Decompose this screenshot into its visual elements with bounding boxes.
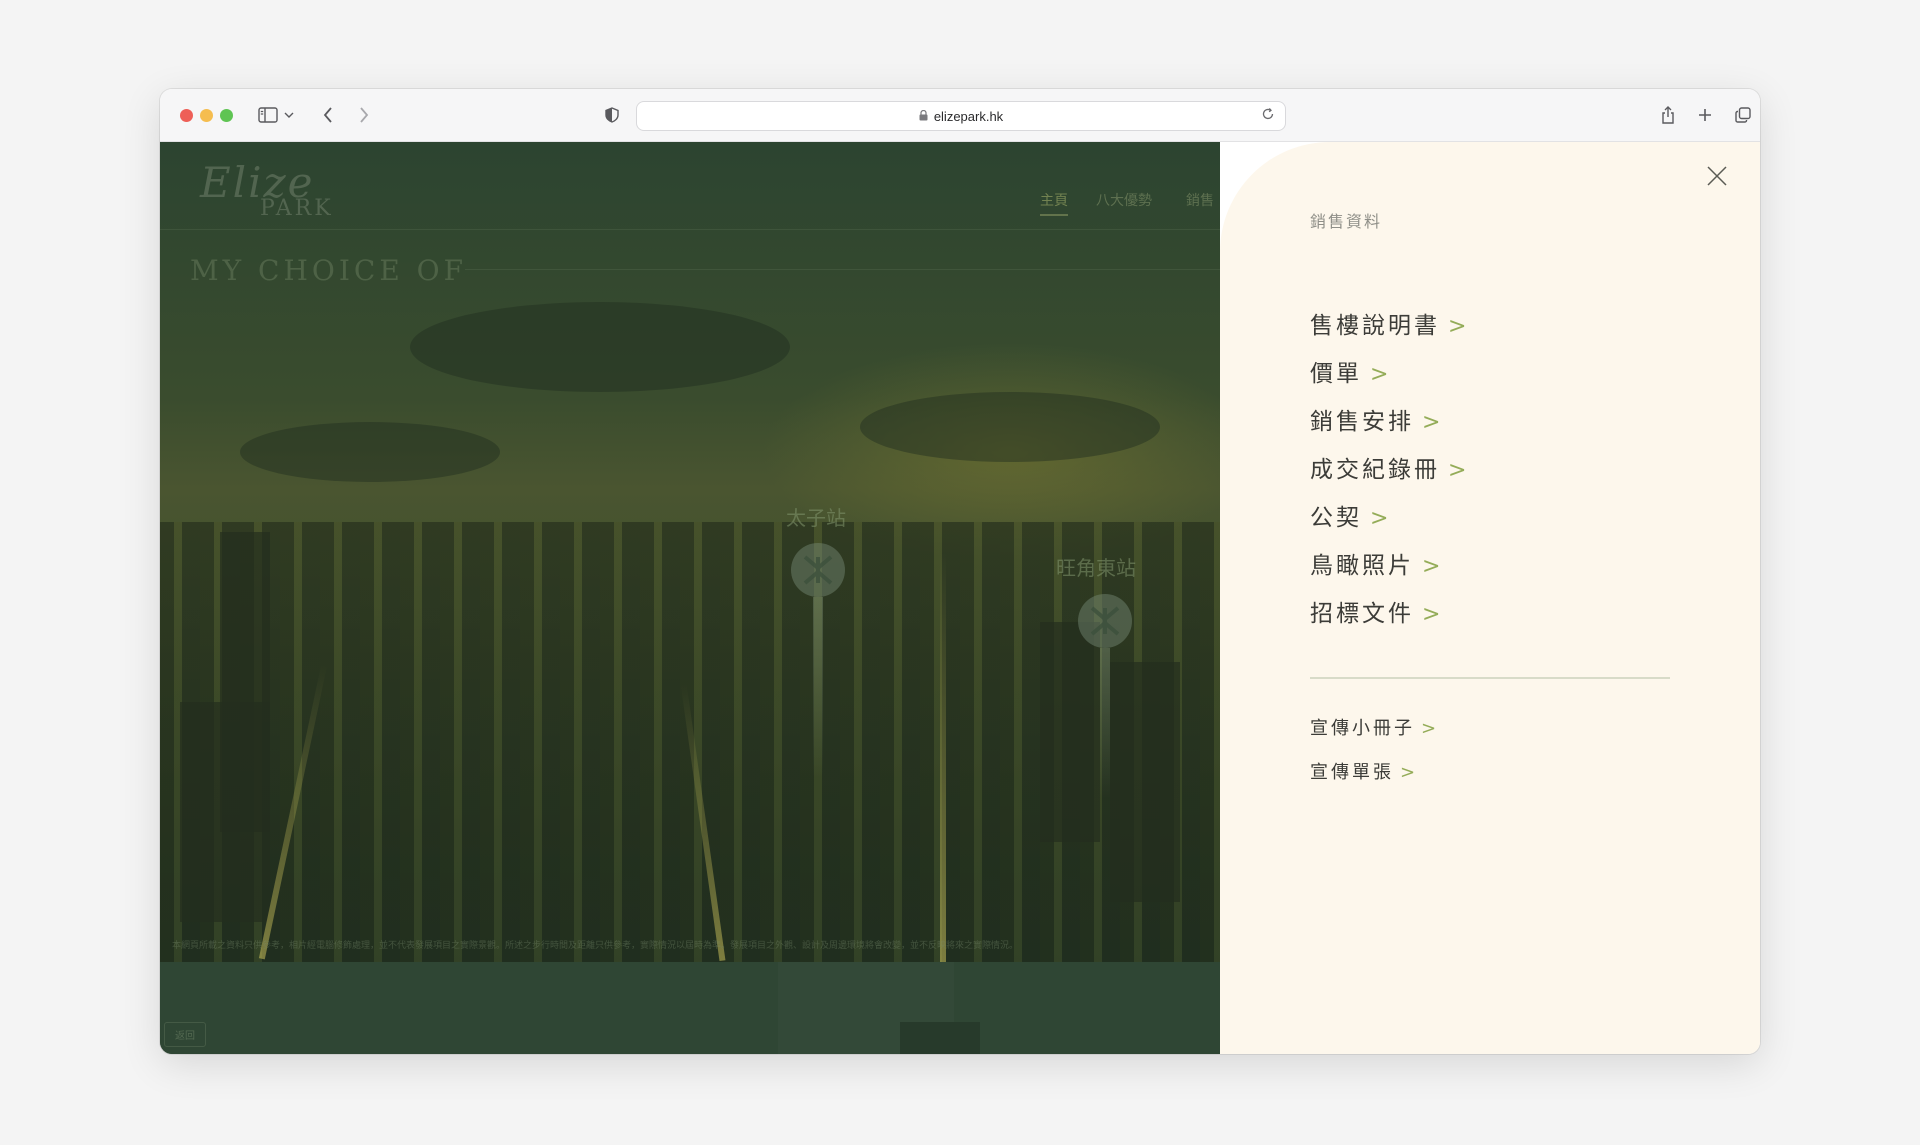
menu-item-sales-arrangements[interactable]: 銷售安排 > [1310,398,1469,446]
building [1110,662,1180,902]
forward-icon[interactable] [352,103,376,127]
mtr-icon [1078,594,1132,648]
menu-item-register-of-transactions[interactable]: 成交紀錄冊 > [1310,446,1469,494]
chevron-down-icon[interactable] [282,103,296,127]
cloud [860,392,1160,462]
minimize-window-button[interactable] [200,109,213,122]
site-headline: MY CHOICE OF [190,254,468,287]
site-background: Elize PARK 主頁 八大優勢 銷售 MY CHOICE OF 太子站 旺… [160,142,1220,1054]
back-icon[interactable] [316,103,340,127]
building [180,702,270,922]
address-bar[interactable]: elizepark.hk [636,101,1286,131]
chevron-right-icon: > [1448,458,1470,483]
site-footer-band [160,962,1220,1054]
url-text: elizepark.hk [933,108,1004,124]
page-viewport: Elize PARK 主頁 八大優勢 銷售 MY CHOICE OF 太子站 旺… [160,142,1760,1054]
chevron-right-icon: > [1422,554,1444,579]
site-nav-home[interactable]: 主頁 [1040,190,1068,216]
menu-item-sales-booklet[interactable]: 宣傳小冊子 > [1310,707,1439,751]
menu-divider [1310,677,1670,679]
sales-info-menu-panel: 銷售資料 售樓說明書 > 價單 > 銷售安排 > 成交紀錄冊 > 公契 > 鳥瞰照片 > 招… [1220,142,1760,1054]
station-beam [813,597,823,777]
cloud [240,422,500,482]
share-icon[interactable] [1656,103,1680,127]
menu-section-title: 銷售資料 [1310,212,1383,231]
station-label-prince-edward: 太子站 [786,506,846,530]
browser-toolbar: elizepark.hk [160,89,1760,142]
menu-item-aerial-photographs[interactable]: 鳥瞰照片 > [1310,542,1469,590]
close-icon[interactable] [1705,164,1729,188]
menu-item-leaflet[interactable]: 宣傳單張 > [1310,751,1439,795]
browser-window: elizepark.hk Elize PARK 主頁 MY CHOICE OF … [160,89,1760,1054]
building [900,1022,980,1054]
chevron-right-icon: > [1422,602,1444,627]
sales-menu-list: 售樓說明書 > 價單 > 銷售安排 > 成交紀錄冊 > 公契 > 鳥瞰照片 > 招標文件 > [1310,302,1469,638]
chevron-right-icon: > [1421,718,1440,739]
station-beam [1100,648,1110,798]
new-tab-icon[interactable] [1693,103,1717,127]
chevron-right-icon: > [1422,410,1444,435]
menu-item-deed-of-mutual-covenant[interactable]: 公契 > [1310,494,1469,542]
station-label-mong-kok-east: 旺角東站 [1056,556,1136,580]
menu-item-price-list[interactable]: 價單 > [1310,350,1469,398]
mtr-icon [791,543,845,597]
chevron-right-icon: > [1370,506,1392,531]
chevron-right-icon: > [1370,362,1392,387]
cloud [410,302,790,392]
lock-icon [919,109,928,124]
site-logo[interactable]: Elize PARK [180,154,340,224]
road [940,552,946,962]
menu-item-sales-brochure[interactable]: 售樓說明書 > [1310,302,1469,350]
sidebar-toggle-icon[interactable] [256,103,280,127]
site-back-button[interactable]: 返回 [164,1022,206,1047]
promo-menu-list: 宣傳小冊子 > 宣傳單張 > [1310,707,1439,795]
menu-item-tender-documents[interactable]: 招標文件 > [1310,590,1469,638]
zoom-window-button[interactable] [220,109,233,122]
chevron-right-icon: > [1400,762,1419,783]
site-header-divider [160,229,1220,230]
site-disclaimer: 本網頁所載之資料只供參考，相片經電腦修飾處理，並不代表發展項目之實際景觀。所述之… [172,941,1019,950]
tab-overview-icon[interactable] [1731,103,1755,127]
privacy-shield-icon[interactable] [600,103,624,127]
chevron-right-icon: > [1448,314,1470,339]
reload-icon[interactable] [1261,107,1277,123]
headline-divider [465,269,1220,270]
building [1040,622,1100,842]
close-window-button[interactable] [180,109,193,122]
